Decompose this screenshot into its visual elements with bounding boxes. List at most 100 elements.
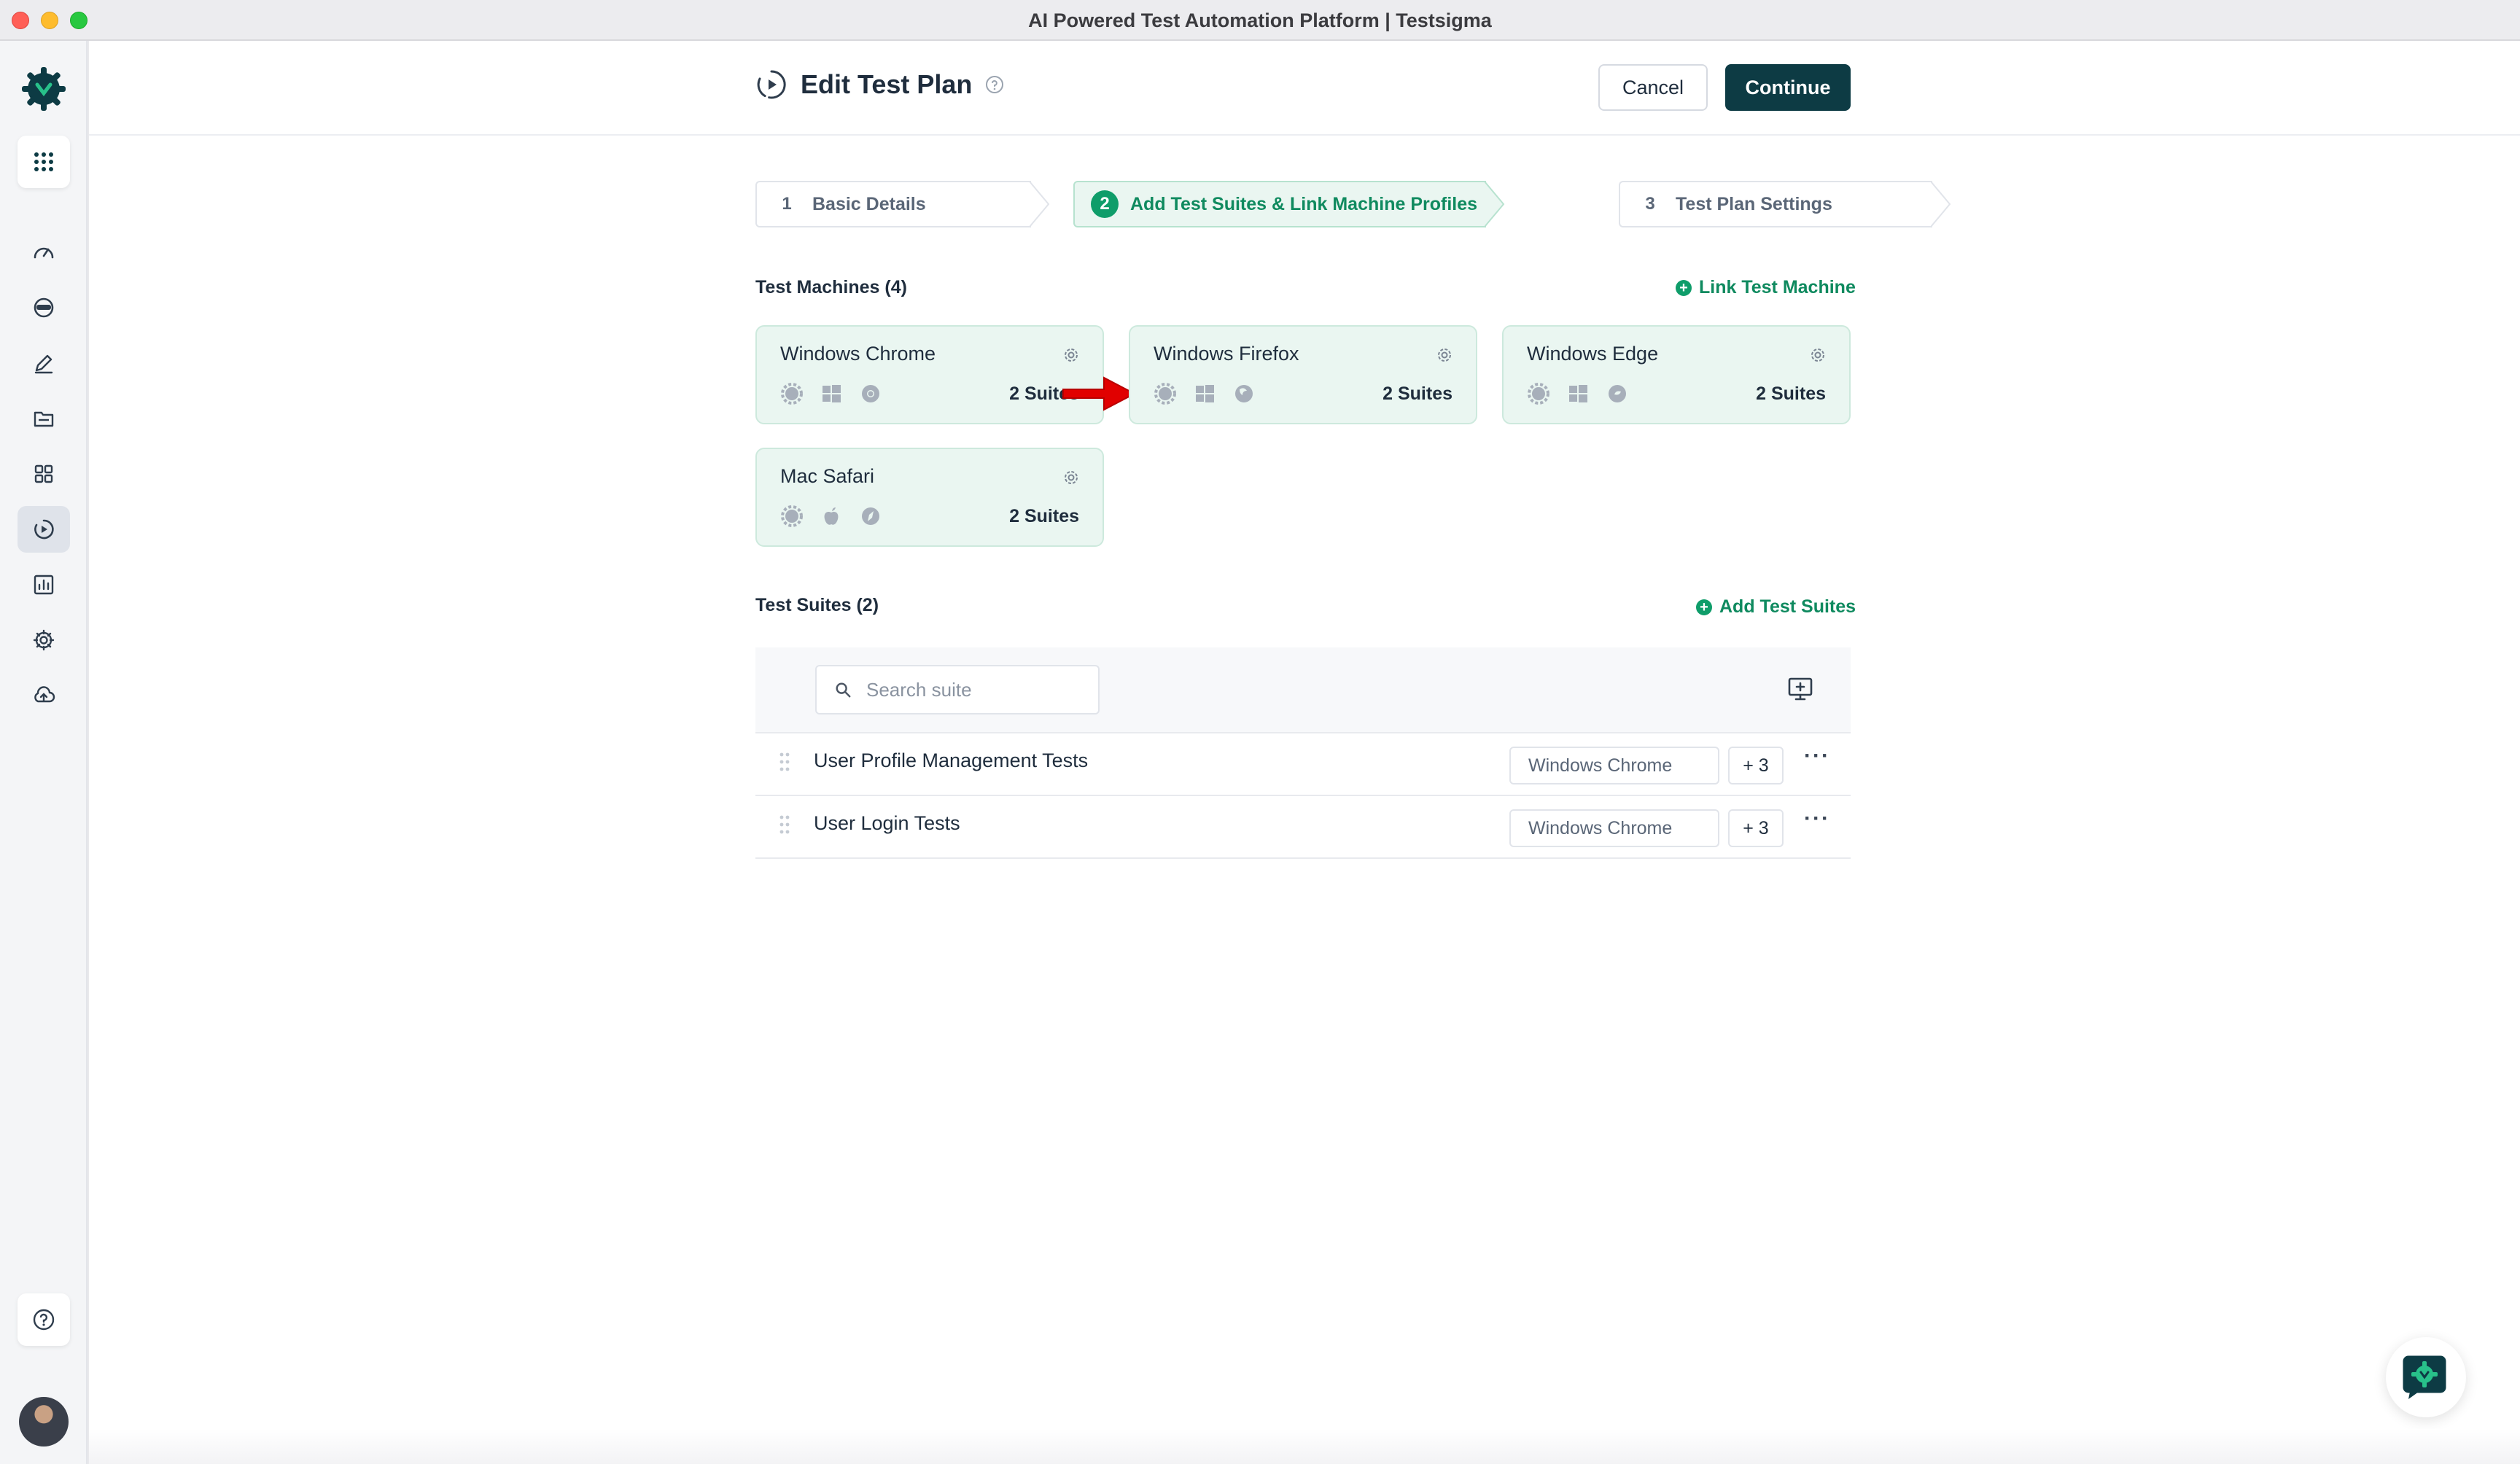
machine-settings-gear-icon[interactable] — [1062, 346, 1081, 365]
pencil-icon — [34, 354, 53, 374]
drag-handle-icon[interactable] — [777, 814, 792, 836]
test-suites-title: Test Suites (2) — [755, 595, 879, 615]
link-test-machine-label: Link Test Machine — [1699, 277, 1856, 297]
testsigma-agent-icon — [781, 383, 803, 405]
testsigma-agent-icon — [1528, 383, 1549, 405]
row-more-menu-icon[interactable]: ··· — [1804, 744, 1833, 768]
nav-authoring[interactable] — [18, 340, 70, 386]
more-machines-badge[interactable]: + 3 — [1728, 747, 1784, 784]
sidebar — [0, 41, 88, 1464]
link-test-machine-button[interactable]: + Link Test Machine — [1676, 277, 1856, 298]
main-content: Edit Test Plan Cancel Continue 1 Basic D… — [89, 41, 2520, 1464]
step-label: Basic Details — [812, 193, 926, 214]
nav-dashboard[interactable] — [18, 229, 70, 276]
apple-icon — [824, 507, 839, 525]
robot-glasses-icon — [34, 297, 54, 318]
more-machines-badge[interactable]: + 3 — [1728, 809, 1784, 847]
add-test-suites-button[interactable]: + Add Test Suites — [1696, 596, 1856, 618]
suite-row[interactable]: User Profile Management Tests Windows Ch… — [755, 733, 1851, 796]
modules-icon — [34, 464, 53, 483]
machine-icons — [780, 505, 882, 528]
nav-cloud-upload[interactable] — [18, 672, 70, 719]
testsigma-agent-icon — [781, 505, 803, 527]
help-button[interactable] — [18, 1293, 70, 1346]
step-number: 3 — [1645, 194, 1655, 214]
machine-settings-gear-icon[interactable] — [1062, 468, 1081, 487]
step-2-arrow — [1485, 181, 1505, 227]
machine-card-windows-chrome[interactable]: Windows Chrome 2 Suites — [755, 325, 1104, 424]
chat-bot-icon — [2403, 1355, 2446, 1399]
step-3-arrow — [1931, 181, 1951, 227]
step-1-arrow — [1030, 181, 1050, 227]
testsigma-agent-icon — [1154, 383, 1176, 405]
step-test-plan-settings[interactable]: 3 Test Plan Settings — [1636, 181, 1832, 227]
nav-addons[interactable] — [18, 451, 70, 497]
add-test-suites-label: Add Test Suites — [1719, 596, 1856, 617]
test-plan-play-icon — [757, 70, 786, 99]
page-title: Edit Test Plan — [801, 69, 973, 99]
play-circle-icon — [34, 519, 54, 540]
add-machine-screen-icon[interactable] — [1786, 675, 1814, 703]
machine-suite-count: 2 Suites — [1382, 383, 1452, 404]
bar-chart-icon — [34, 575, 54, 595]
machine-card-windows-edge[interactable]: Windows Edge 2 Suites — [1502, 325, 1851, 424]
windows-icon — [1569, 385, 1587, 402]
machine-settings-gear-icon[interactable] — [1808, 346, 1827, 365]
step-number: 2 — [1091, 190, 1119, 218]
step-basic-details[interactable]: 1 Basic Details — [773, 181, 926, 227]
machine-suite-count: 2 Suites — [1009, 506, 1079, 526]
machine-icons — [1154, 382, 1256, 405]
page-title-group: Edit Test Plan — [755, 67, 1004, 102]
search-suite-input[interactable] — [866, 678, 1085, 701]
window-bottom-edge — [89, 1429, 2520, 1464]
search-suite-box[interactable] — [815, 665, 1100, 715]
chat-support-button[interactable] — [2386, 1337, 2466, 1417]
apps-grid-button[interactable] — [18, 136, 70, 188]
annotation-arrow-icon — [1062, 376, 1137, 411]
window-titlebar: AI Powered Test Automation Platform | Te… — [0, 0, 2520, 41]
cloud-upload-icon — [34, 686, 55, 703]
cancel-button[interactable]: Cancel — [1598, 64, 1708, 111]
drag-handle-icon[interactable] — [777, 751, 792, 773]
page-header: Edit Test Plan Cancel Continue — [89, 41, 2520, 136]
safari-icon — [862, 507, 879, 525]
user-avatar[interactable] — [19, 1397, 69, 1447]
step-add-suites[interactable]: 2 Add Test Suites & Link Machine Profile… — [1091, 181, 1477, 227]
testsigma-logo-icon[interactable] — [18, 63, 70, 115]
windows-icon — [1196, 385, 1214, 402]
step-label: Test Plan Settings — [1676, 193, 1832, 214]
machine-suite-count: 2 Suites — [1756, 383, 1826, 404]
gear-icon — [33, 629, 55, 651]
machine-select[interactable]: Windows Chrome — [1509, 747, 1719, 784]
test-machines-title: Test Machines (4) — [755, 277, 907, 297]
machine-name: Windows Chrome — [780, 343, 936, 365]
row-more-menu-icon[interactable]: ··· — [1804, 806, 1833, 830]
nav-test-plans[interactable] — [18, 506, 70, 553]
machine-card-windows-firefox[interactable]: Windows Firefox 2 Suites — [1129, 325, 1477, 424]
machine-name: Windows Firefox — [1154, 343, 1299, 365]
info-help-icon[interactable] — [985, 75, 1004, 94]
nav-copilot[interactable] — [18, 284, 70, 331]
step-number: 1 — [782, 194, 792, 214]
edge-icon — [1609, 385, 1626, 402]
search-icon — [836, 682, 851, 698]
machine-select[interactable]: Windows Chrome — [1509, 809, 1719, 847]
suite-name[interactable]: User Profile Management Tests — [814, 749, 1088, 772]
suite-name[interactable]: User Login Tests — [814, 812, 960, 835]
grid-dots-icon — [34, 152, 53, 171]
folder-icon — [34, 411, 54, 427]
plus-circle-icon: + — [1696, 599, 1712, 615]
nav-settings[interactable] — [18, 617, 70, 663]
machine-settings-gear-icon[interactable] — [1435, 346, 1454, 365]
machine-icons — [780, 382, 882, 405]
suite-row[interactable]: User Login Tests Windows Chrome + 3 ··· — [755, 796, 1851, 859]
nav-reports[interactable] — [18, 561, 70, 608]
machine-card-mac-safari[interactable]: Mac Safari 2 Suites — [755, 448, 1104, 547]
chrome-icon — [862, 385, 879, 402]
continue-button[interactable]: Continue — [1725, 64, 1851, 111]
question-circle-icon — [33, 1309, 55, 1331]
speedometer-icon — [34, 247, 54, 259]
firefox-icon — [1235, 385, 1253, 402]
suites-toolbar — [755, 647, 1851, 733]
nav-test-data[interactable] — [18, 395, 70, 442]
